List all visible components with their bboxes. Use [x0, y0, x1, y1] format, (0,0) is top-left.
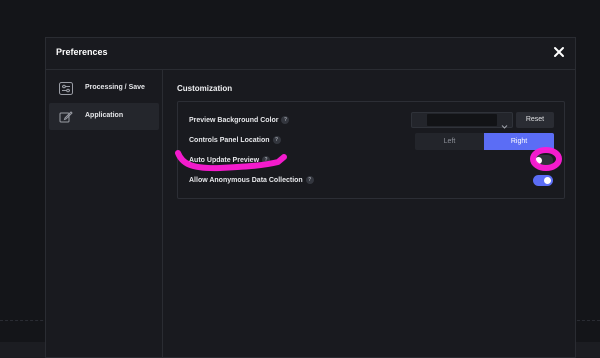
preferences-sidebar: Processing / Save Application [46, 70, 163, 358]
reset-button[interactable]: Reset [516, 112, 554, 128]
close-icon[interactable] [552, 45, 566, 59]
setting-preview-background: Preview Background Color? [189, 116, 290, 124]
help-icon[interactable]: ? [305, 176, 314, 184]
help-icon[interactable]: ? [262, 156, 271, 164]
setting-label: Preview Background Color [189, 116, 279, 124]
sliders-icon [59, 82, 73, 95]
setting-label: Allow Anonymous Data Collection [189, 176, 303, 184]
anonymous-data-toggle[interactable] [533, 175, 553, 186]
modal-title: Preferences [56, 47, 108, 57]
setting-anonymous-data: Allow Anonymous Data Collection? [189, 176, 314, 184]
sidebar-item-label: Processing / Save [85, 84, 145, 91]
sidebar-item-application[interactable]: Application [49, 103, 159, 130]
location-left-option[interactable]: Left [415, 133, 484, 150]
setting-auto-update-preview: Auto Update Preview? [189, 156, 271, 164]
help-icon[interactable]: ? [281, 116, 290, 124]
toggle-knob [544, 177, 551, 184]
color-swatch [427, 114, 497, 126]
preferences-content: Customization Preview Background Color? … [164, 70, 576, 358]
auto-update-toggle[interactable] [533, 155, 553, 166]
app-background-top [0, 0, 600, 34]
location-right-option[interactable]: Right [484, 133, 554, 150]
preview-background-color-select[interactable] [411, 112, 513, 129]
preferences-modal: Preferences Processing / Save Applicatio… [45, 37, 576, 358]
setting-controls-panel-location: Controls Panel Location? [189, 136, 281, 144]
sidebar-item-processing-save[interactable]: Processing / Save [49, 75, 159, 102]
sidebar-item-label: Application [85, 112, 124, 119]
settings-card: Preview Background Color? Reset Controls… [177, 101, 565, 199]
setting-label: Controls Panel Location [189, 136, 270, 144]
help-icon[interactable]: ? [272, 136, 281, 144]
setting-label: Auto Update Preview [189, 156, 260, 164]
edit-app-icon [59, 110, 73, 123]
section-title: Customization [177, 84, 233, 93]
modal-header: Preferences [46, 38, 575, 70]
toggle-knob [535, 157, 542, 164]
chevron-down-icon [501, 117, 508, 129]
controls-location-segmented: Left Right [415, 133, 554, 150]
